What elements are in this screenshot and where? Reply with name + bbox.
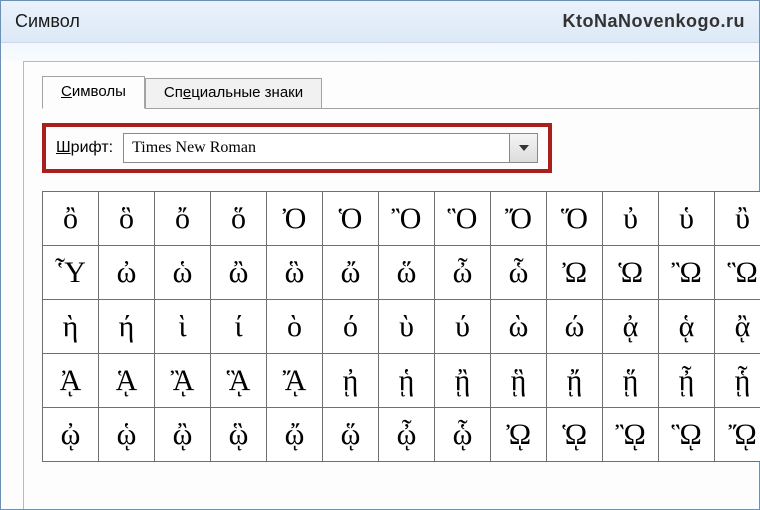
char-cell[interactable]: ί <box>211 300 267 354</box>
char-cell[interactable]: ή <box>99 300 155 354</box>
char-cell[interactable]: ᾈ <box>43 354 99 408</box>
char-cell[interactable]: ᾖ <box>659 354 715 408</box>
char-cell[interactable]: ὶ <box>155 300 211 354</box>
char-cell[interactable]: Ὅ <box>547 192 603 246</box>
char-cell[interactable]: ὠ <box>99 246 155 300</box>
char-cell[interactable]: ᾫ <box>659 408 715 462</box>
char-cell[interactable]: ᾧ <box>435 408 491 462</box>
char-cell[interactable]: Ὄ <box>491 192 547 246</box>
tab-strip: Символы Специальные знаки <box>42 76 759 109</box>
char-cell[interactable]: Ὃ <box>435 192 491 246</box>
tab-special-pre: Сп <box>164 84 183 101</box>
char-cell[interactable]: ὐ <box>603 192 659 246</box>
titlebar: Символ KtoNaNovenkogo.ru <box>1 1 759 43</box>
char-cell[interactable]: ᾒ <box>435 354 491 408</box>
char-cell[interactable]: ᾩ <box>547 408 603 462</box>
tab-symbols-underline: С <box>61 83 72 100</box>
char-cell[interactable]: ᾬ <box>715 408 760 462</box>
char-cell[interactable]: ᾨ <box>491 408 547 462</box>
char-cell[interactable]: ᾊ <box>155 354 211 408</box>
char-row: ὟὠὡὢὣὤὥὦὧὨὩὪὫ <box>43 246 760 300</box>
tab-symbols-rest: имволы <box>72 83 126 100</box>
char-cell[interactable]: ὃ <box>99 192 155 246</box>
window-title: Символ <box>15 11 80 32</box>
char-cell[interactable]: ᾑ <box>379 354 435 408</box>
char-cell[interactable]: ὺ <box>379 300 435 354</box>
char-cell[interactable]: ᾂ <box>715 300 760 354</box>
char-cell[interactable]: ᾪ <box>603 408 659 462</box>
char-cell[interactable]: ὦ <box>435 246 491 300</box>
char-cell[interactable]: ό <box>323 300 379 354</box>
char-cell[interactable]: ὣ <box>267 246 323 300</box>
watermark: KtoNaNovenkogo.ru <box>562 11 745 32</box>
char-cell[interactable]: ὡ <box>155 246 211 300</box>
char-cell[interactable]: ᾋ <box>211 354 267 408</box>
char-cell[interactable]: ᾗ <box>715 354 760 408</box>
char-cell[interactable]: ὄ <box>155 192 211 246</box>
char-cell[interactable]: Ὡ <box>603 246 659 300</box>
char-cell[interactable]: ᾦ <box>379 408 435 462</box>
char-cell[interactable]: ὑ <box>659 192 715 246</box>
char-cell[interactable]: ᾉ <box>99 354 155 408</box>
char-cell[interactable]: ᾀ <box>603 300 659 354</box>
char-cell[interactable]: ὅ <box>211 192 267 246</box>
font-label-rest: рифт: <box>71 139 113 156</box>
char-cell[interactable]: ᾣ <box>211 408 267 462</box>
char-cell[interactable]: ᾔ <box>547 354 603 408</box>
char-cell[interactable]: Ὂ <box>379 192 435 246</box>
char-cell[interactable]: ᾡ <box>99 408 155 462</box>
char-row: ὂὃὄὅὈὉὊὋὌὍὐὑὒ <box>43 192 760 246</box>
content-area: Символы Специальные знаки Шрифт: Times N… <box>23 61 759 509</box>
char-cell[interactable]: ὧ <box>491 246 547 300</box>
tab-panel-symbols: Шрифт: Times New Roman ὂὃὄὅὈὉὊὋὌὍὐὑὒὟὠὡὢ… <box>42 108 759 462</box>
tab-special-underline: е <box>183 84 191 101</box>
char-cell[interactable]: ᾠ <box>43 408 99 462</box>
char-cell[interactable]: ὂ <box>43 192 99 246</box>
char-cell[interactable]: ᾌ <box>267 354 323 408</box>
character-grid: ὂὃὄὅὈὉὊὋὌὍὐὑὒὟὠὡὢὣὤὥὦὧὨὩὪὫὴήὶίὸόὺύὼώᾀᾁᾂᾈ… <box>42 191 760 462</box>
chevron-down-icon <box>519 145 529 151</box>
char-cell[interactable]: ὸ <box>267 300 323 354</box>
char-cell[interactable]: Ὣ <box>715 246 760 300</box>
char-cell[interactable]: ὢ <box>211 246 267 300</box>
font-dropdown-button[interactable] <box>509 134 537 162</box>
char-cell[interactable]: ὼ <box>491 300 547 354</box>
char-cell[interactable]: ὴ <box>43 300 99 354</box>
tab-special-rest: циальные знаки <box>191 84 303 101</box>
char-cell[interactable]: Ὁ <box>323 192 379 246</box>
font-combobox[interactable]: Times New Roman <box>123 133 538 163</box>
tab-symbols[interactable]: Символы <box>42 76 145 109</box>
char-cell[interactable]: ᾤ <box>267 408 323 462</box>
symbol-dialog: Символ KtoNaNovenkogo.ru Символы Специал… <box>0 0 760 510</box>
char-cell[interactable]: ᾐ <box>323 354 379 408</box>
font-row-highlight: Шрифт: Times New Roman <box>42 123 552 173</box>
char-cell[interactable]: ύ <box>435 300 491 354</box>
char-cell[interactable]: ᾢ <box>155 408 211 462</box>
font-label-ul: Ш <box>56 139 71 156</box>
char-row: ᾠᾡᾢᾣᾤᾥᾦᾧᾨᾩᾪᾫᾬ <box>43 408 760 462</box>
char-row: ὴήὶίὸόὺύὼώᾀᾁᾂ <box>43 300 760 354</box>
font-combobox-value: Times New Roman <box>124 139 509 157</box>
char-cell[interactable]: ᾁ <box>659 300 715 354</box>
char-cell[interactable]: ὥ <box>379 246 435 300</box>
char-cell[interactable]: ᾕ <box>603 354 659 408</box>
char-cell[interactable]: Ὗ <box>43 246 99 300</box>
char-cell[interactable]: ὒ <box>715 192 760 246</box>
tab-special[interactable]: Специальные знаки <box>145 78 322 109</box>
char-cell[interactable]: ὤ <box>323 246 379 300</box>
char-row: ᾈᾉᾊᾋᾌᾐᾑᾒᾓᾔᾕᾖᾗ <box>43 354 760 408</box>
char-cell[interactable]: ᾓ <box>491 354 547 408</box>
char-cell[interactable]: ώ <box>547 300 603 354</box>
char-cell[interactable]: Ὢ <box>659 246 715 300</box>
font-label: Шрифт: <box>56 139 113 157</box>
char-cell[interactable]: Ὠ <box>547 246 603 300</box>
char-cell[interactable]: ᾥ <box>323 408 379 462</box>
char-cell[interactable]: Ὀ <box>267 192 323 246</box>
